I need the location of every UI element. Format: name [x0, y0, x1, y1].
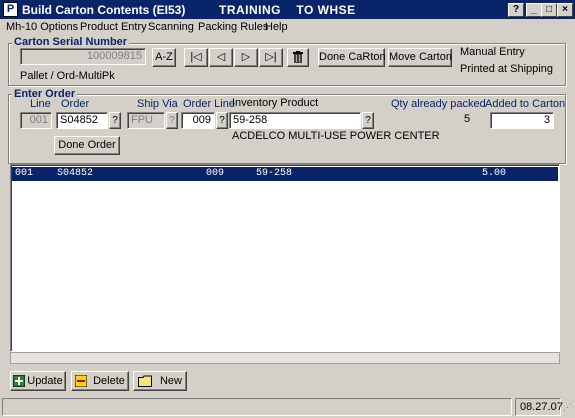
order-line-header: Order Line — [183, 98, 235, 110]
ship-via-lookup-button[interactable]: ? — [166, 112, 178, 129]
environment-label: TRAINING TO WHSE — [219, 3, 356, 17]
menu-bar: Mh-10 Options Product Entry Scanning Pac… — [0, 19, 575, 37]
first-record-button[interactable]: |◁ — [184, 48, 208, 67]
qty-packed-header: Qty already packed — [391, 98, 486, 110]
line-field[interactable]: 001 — [20, 112, 52, 129]
carton-serial-field[interactable]: 100009815 — [20, 48, 146, 65]
inventory-product-field[interactable]: 59-258 — [229, 112, 361, 129]
move-carton-button[interactable]: Move Carton — [388, 48, 452, 67]
update-button[interactable]: Update — [10, 371, 66, 391]
menu-help[interactable]: Help — [265, 21, 288, 33]
app-icon: P — [3, 2, 18, 17]
status-message-panel — [2, 398, 512, 416]
done-carton-button[interactable]: Done CaRton — [318, 48, 386, 67]
row-order-line-cell: 009 — [206, 168, 225, 179]
minus-icon — [75, 375, 88, 388]
close-button[interactable]: × — [557, 3, 573, 17]
next-record-button[interactable]: ▷ — [234, 48, 258, 67]
trash-icon — [293, 51, 303, 64]
inventory-product-header: Inventory Product — [232, 97, 319, 109]
row-product-cell: 59-258 — [256, 168, 293, 179]
delete-button[interactable]: Delete — [71, 371, 129, 391]
horizontal-scrollbar[interactable] — [10, 352, 560, 364]
last-record-button[interactable]: ▷| — [259, 48, 283, 67]
new-button[interactable]: New — [133, 371, 187, 391]
manual-entry-label: Manual Entry — [460, 46, 525, 58]
window-title: Build Carton Contents (EI53) — [22, 3, 186, 17]
carton-group-label: Carton Serial Number — [12, 36, 130, 48]
order-lookup-button[interactable]: ? — [109, 112, 121, 129]
product-description: ACDELCO MULTI-USE POWER CENTER — [232, 130, 440, 142]
order-line-field[interactable]: 009 — [181, 112, 215, 129]
update-button-label: Update — [27, 375, 63, 387]
product-lookup-button[interactable]: ? — [362, 112, 374, 129]
pallet-label: Pallet / Ord-MultiPk — [20, 70, 115, 82]
ship-via-field[interactable]: FPU — [127, 112, 165, 129]
minimize-button[interactable]: _ — [526, 3, 542, 17]
resize-grip[interactable]: ⋰ — [563, 403, 573, 416]
menu-mh10-options[interactable]: Mh-10 Options — [6, 21, 78, 33]
carton-contents-grid[interactable] — [10, 164, 560, 352]
az-button[interactable]: A-Z — [152, 48, 176, 67]
added-to-carton-field[interactable]: 3 — [490, 112, 554, 129]
line-header: Line — [30, 98, 51, 110]
menu-product-entry[interactable]: Product Entry — [80, 21, 147, 33]
row-line-cell: 001 — [15, 168, 34, 179]
status-date: 08.27.07 — [515, 398, 563, 416]
order-field[interactable]: S04852 — [56, 112, 108, 129]
order-header: Order — [61, 98, 90, 110]
menu-scanning[interactable]: Scanning — [148, 21, 194, 33]
qty-packed-value: 5 — [464, 113, 471, 125]
previous-record-button[interactable]: ◁ — [209, 48, 233, 67]
menu-packing-rules[interactable]: Packing Rules — [198, 21, 268, 33]
folder-icon — [137, 375, 152, 388]
order-line-lookup-button[interactable]: ? — [216, 112, 228, 129]
done-order-button[interactable]: Done Order — [54, 136, 120, 155]
maximize-button[interactable]: □ — [541, 3, 557, 17]
row-qty-cell: 5.00 — [482, 168, 507, 179]
title-bar: P Build Carton Contents (EI53) TRAINING … — [0, 0, 575, 19]
plus-icon — [13, 375, 26, 388]
ship-via-header: Ship Via — [137, 98, 178, 110]
new-button-label: New — [159, 375, 182, 387]
added-header: Added to Carton — [485, 98, 566, 110]
help-button[interactable]: ? — [508, 3, 524, 17]
delete-carton-button[interactable] — [287, 48, 309, 67]
delete-button-label: Delete — [93, 375, 125, 387]
table-row[interactable]: 001 S04852 009 59-258 5.00 — [12, 167, 558, 181]
printed-at-label: Printed at Shipping — [460, 63, 553, 75]
status-bar: 08.27.07 ⋰ — [0, 396, 575, 418]
row-order-cell: S04852 — [57, 168, 94, 179]
